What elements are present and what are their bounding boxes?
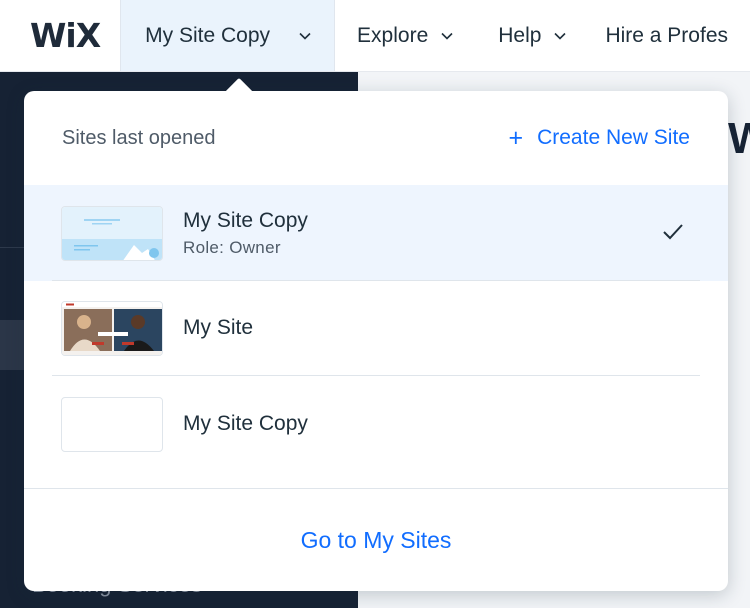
dropdown-header: Sites last opened + Create New Site — [24, 91, 728, 185]
go-to-my-sites-link[interactable]: Go to My Sites — [24, 489, 728, 591]
site-name: My Site — [183, 316, 254, 339]
site-list-item[interactable]: My Site — [24, 280, 728, 376]
dropdown-heading: Sites last opened — [62, 126, 216, 149]
nav-help[interactable]: Help — [476, 0, 589, 71]
page-heading-fragment: W — [728, 114, 750, 163]
chevron-down-icon — [299, 32, 311, 40]
nav-hire-professional[interactable]: Hire a Profes — [589, 0, 750, 71]
nav-explore-label: Explore — [357, 23, 429, 47]
nav-explore[interactable]: Explore — [335, 0, 476, 71]
site-thumbnail — [61, 300, 163, 356]
plus-icon: + — [508, 123, 524, 152]
chevron-down-icon — [441, 32, 453, 40]
nav-help-label: Help — [498, 23, 542, 47]
checkmark-icon — [663, 224, 683, 240]
chevron-down-icon — [554, 32, 567, 40]
site-list-item[interactable]: My Site Copy — [24, 376, 728, 472]
top-bar: WiX My Site Copy Explore Help Hire a Pro… — [0, 0, 750, 72]
site-thumbnail — [61, 205, 163, 261]
create-new-site-button[interactable]: + Create New Site — [508, 123, 690, 152]
site-info: My Site Copy — [183, 412, 308, 436]
site-name: My Site Copy — [183, 412, 308, 435]
site-role: Role: Owner — [183, 237, 281, 257]
site-selector-label: My Site Copy — [145, 23, 271, 47]
site-list-item[interactable]: My Site Copy Role: Owner — [24, 185, 728, 281]
nav-hire-label: Hire a Profes — [605, 23, 728, 47]
site-thumbnail-empty — [61, 396, 163, 452]
create-new-site-label: Create New Site — [537, 126, 690, 149]
site-info: My Site — [183, 316, 253, 340]
wix-logo[interactable]: WiX — [0, 0, 120, 71]
site-switcher-dropdown: Sites last opened + Create New Site My S… — [24, 77, 728, 591]
site-info: My Site Copy Role: Owner — [183, 209, 308, 258]
site-name: My Site Copy — [183, 208, 308, 232]
site-selector[interactable]: My Site Copy — [120, 0, 336, 71]
